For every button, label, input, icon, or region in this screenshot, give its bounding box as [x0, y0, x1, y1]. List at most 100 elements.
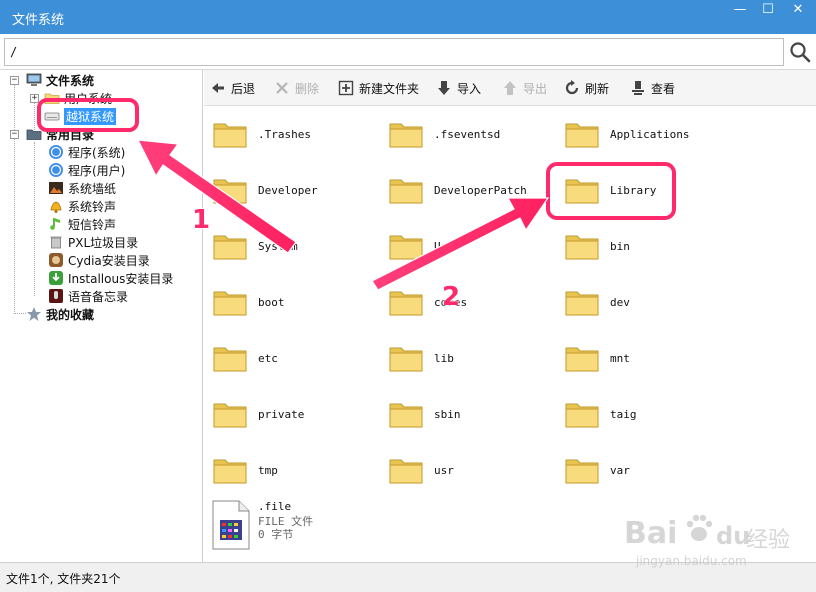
folder-icon: [565, 235, 599, 260]
tree-item-label: 程序(用户): [68, 163, 126, 178]
folder-icon: [213, 179, 247, 204]
star-icon: [27, 307, 41, 321]
folder-item[interactable]: User: [388, 222, 558, 270]
folder-item[interactable]: etc: [212, 334, 382, 382]
tree-root-label: 文件系统: [46, 73, 95, 88]
annotation-badge-1: 1: [192, 205, 211, 235]
folder-name: mnt: [610, 351, 630, 365]
tree-line: [34, 142, 35, 296]
folder-icon: [213, 291, 247, 316]
folder-item[interactable]: var: [564, 446, 734, 494]
import-button[interactable]: 导入: [436, 79, 481, 97]
voice-memo-icon: [49, 289, 63, 303]
folder-icon: [213, 347, 247, 372]
folder-item[interactable]: Library: [564, 166, 734, 214]
tree-item-pxl-trash[interactable]: PXL垃圾目录: [48, 233, 138, 251]
tree-item-installous[interactable]: Installous安装目录: [48, 269, 173, 287]
new-folder-icon: [338, 80, 354, 96]
tree-item-wallpaper[interactable]: 系统墙纸: [48, 179, 116, 197]
title-bar: 文件系统 — ☐ ✕: [0, 0, 816, 34]
tree-item-apps-user[interactable]: 程序(用户): [48, 161, 125, 179]
folder-item[interactable]: .fseventsd: [388, 110, 558, 158]
folder-item[interactable]: lib: [388, 334, 558, 382]
folder-name: .Trashes: [258, 127, 311, 141]
folder-item[interactable]: cores: [388, 278, 558, 326]
folder-item[interactable]: System: [212, 222, 382, 270]
folder-item[interactable]: sbin: [388, 390, 558, 438]
back-label: 后退: [231, 81, 256, 96]
search-button[interactable]: [788, 40, 812, 64]
folder-icon: [213, 123, 247, 148]
folder-item[interactable]: mnt: [564, 334, 734, 382]
tree-item-user-system[interactable]: 用户系统: [44, 89, 112, 107]
folder-item[interactable]: usr: [388, 446, 558, 494]
folder-item[interactable]: bin: [564, 222, 734, 270]
folder-icon: [389, 403, 423, 428]
folder-icon: [213, 403, 247, 428]
folder-name: boot: [258, 295, 285, 309]
document-name: .file: [258, 500, 292, 513]
folder-icon: [565, 347, 599, 372]
folder-icon: [389, 123, 423, 148]
folder-name: sbin: [434, 407, 461, 421]
tree-item-favorites[interactable]: 我的收藏: [26, 305, 94, 323]
tree-expand-toggle[interactable]: +: [30, 94, 39, 103]
file-item-document[interactable]: .file FILE 文件 0 字节: [212, 498, 412, 554]
folder-item[interactable]: .Trashes: [212, 110, 382, 158]
minimize-button[interactable]: —: [728, 2, 752, 18]
folder-icon: [389, 459, 423, 484]
new-folder-button[interactable]: 新建文件夹: [338, 79, 419, 97]
refresh-button[interactable]: 刷新: [564, 79, 609, 97]
tree-collapse-toggle[interactable]: −: [10, 76, 19, 85]
folder-item[interactable]: dev: [564, 278, 734, 326]
maximize-button[interactable]: ☐: [756, 2, 780, 18]
folder-item[interactable]: tmp: [212, 446, 382, 494]
window-title: 文件系统: [12, 13, 65, 28]
tree-item-common-dirs[interactable]: 常用目录: [26, 125, 94, 143]
tree-item-root[interactable]: 文件系统: [26, 71, 94, 89]
folder-icon: [389, 179, 423, 204]
folder-item[interactable]: boot: [212, 278, 382, 326]
tree-item-cydia[interactable]: Cydia安装目录: [48, 251, 150, 269]
export-icon: [504, 81, 516, 95]
tree-item-voice-memo[interactable]: 语音备忘录: [48, 287, 128, 305]
folder-name: Applications: [610, 127, 690, 141]
path-input[interactable]: /: [4, 38, 784, 66]
new-folder-label: 新建文件夹: [359, 81, 420, 96]
folder-name: Developer: [258, 183, 318, 197]
wallpaper-icon: [49, 182, 63, 194]
folder-name: lib: [434, 351, 454, 365]
folder-name: DeveloperPatch: [434, 183, 527, 197]
tree-collapse-toggle[interactable]: −: [10, 130, 19, 139]
watermark-brand: Bai: [624, 516, 678, 551]
delete-button[interactable]: 删除: [274, 79, 319, 97]
view-label: 查看: [651, 81, 676, 96]
back-button[interactable]: 后退: [210, 79, 255, 97]
folder-item[interactable]: taig: [564, 390, 734, 438]
folder-item[interactable]: DeveloperPatch: [388, 166, 558, 214]
folder-icon: [565, 403, 599, 428]
view-button[interactable]: 查看: [630, 79, 675, 97]
tree-item-system-ringtone[interactable]: 系统铃声: [48, 197, 116, 215]
close-button[interactable]: ✕: [786, 2, 810, 18]
tree-item-sms-ringtone[interactable]: 短信铃声: [48, 215, 116, 233]
tree-item-label: 常用目录: [46, 127, 95, 142]
import-label: 导入: [457, 81, 482, 96]
folder-icon: [565, 459, 599, 484]
export-button[interactable]: 导出: [502, 79, 547, 97]
folder-item[interactable]: private: [212, 390, 382, 438]
appstore-icon: [49, 145, 63, 159]
folder-tree: − 文件系统 + 用户系统 越狱系统 − 常用目录 程序(系统) 程序(用户) …: [0, 70, 203, 562]
folder-item[interactable]: Developer: [212, 166, 382, 214]
tree-item-apps-system[interactable]: 程序(系统): [48, 143, 125, 161]
export-label: 导出: [523, 81, 548, 96]
tree-line: [14, 82, 15, 314]
tree-item-jailbreak-system[interactable]: 越狱系统: [44, 107, 117, 125]
folder-item[interactable]: Applications: [564, 110, 734, 158]
cydia-icon: [49, 253, 63, 267]
path-bar: /: [0, 34, 816, 70]
watermark-jingyan: 经验: [746, 528, 791, 553]
tree-item-label: 语音备忘录: [68, 289, 129, 304]
folder-name: tmp: [258, 463, 278, 477]
status-text: 文件1个, 文件夹21个: [6, 572, 121, 586]
